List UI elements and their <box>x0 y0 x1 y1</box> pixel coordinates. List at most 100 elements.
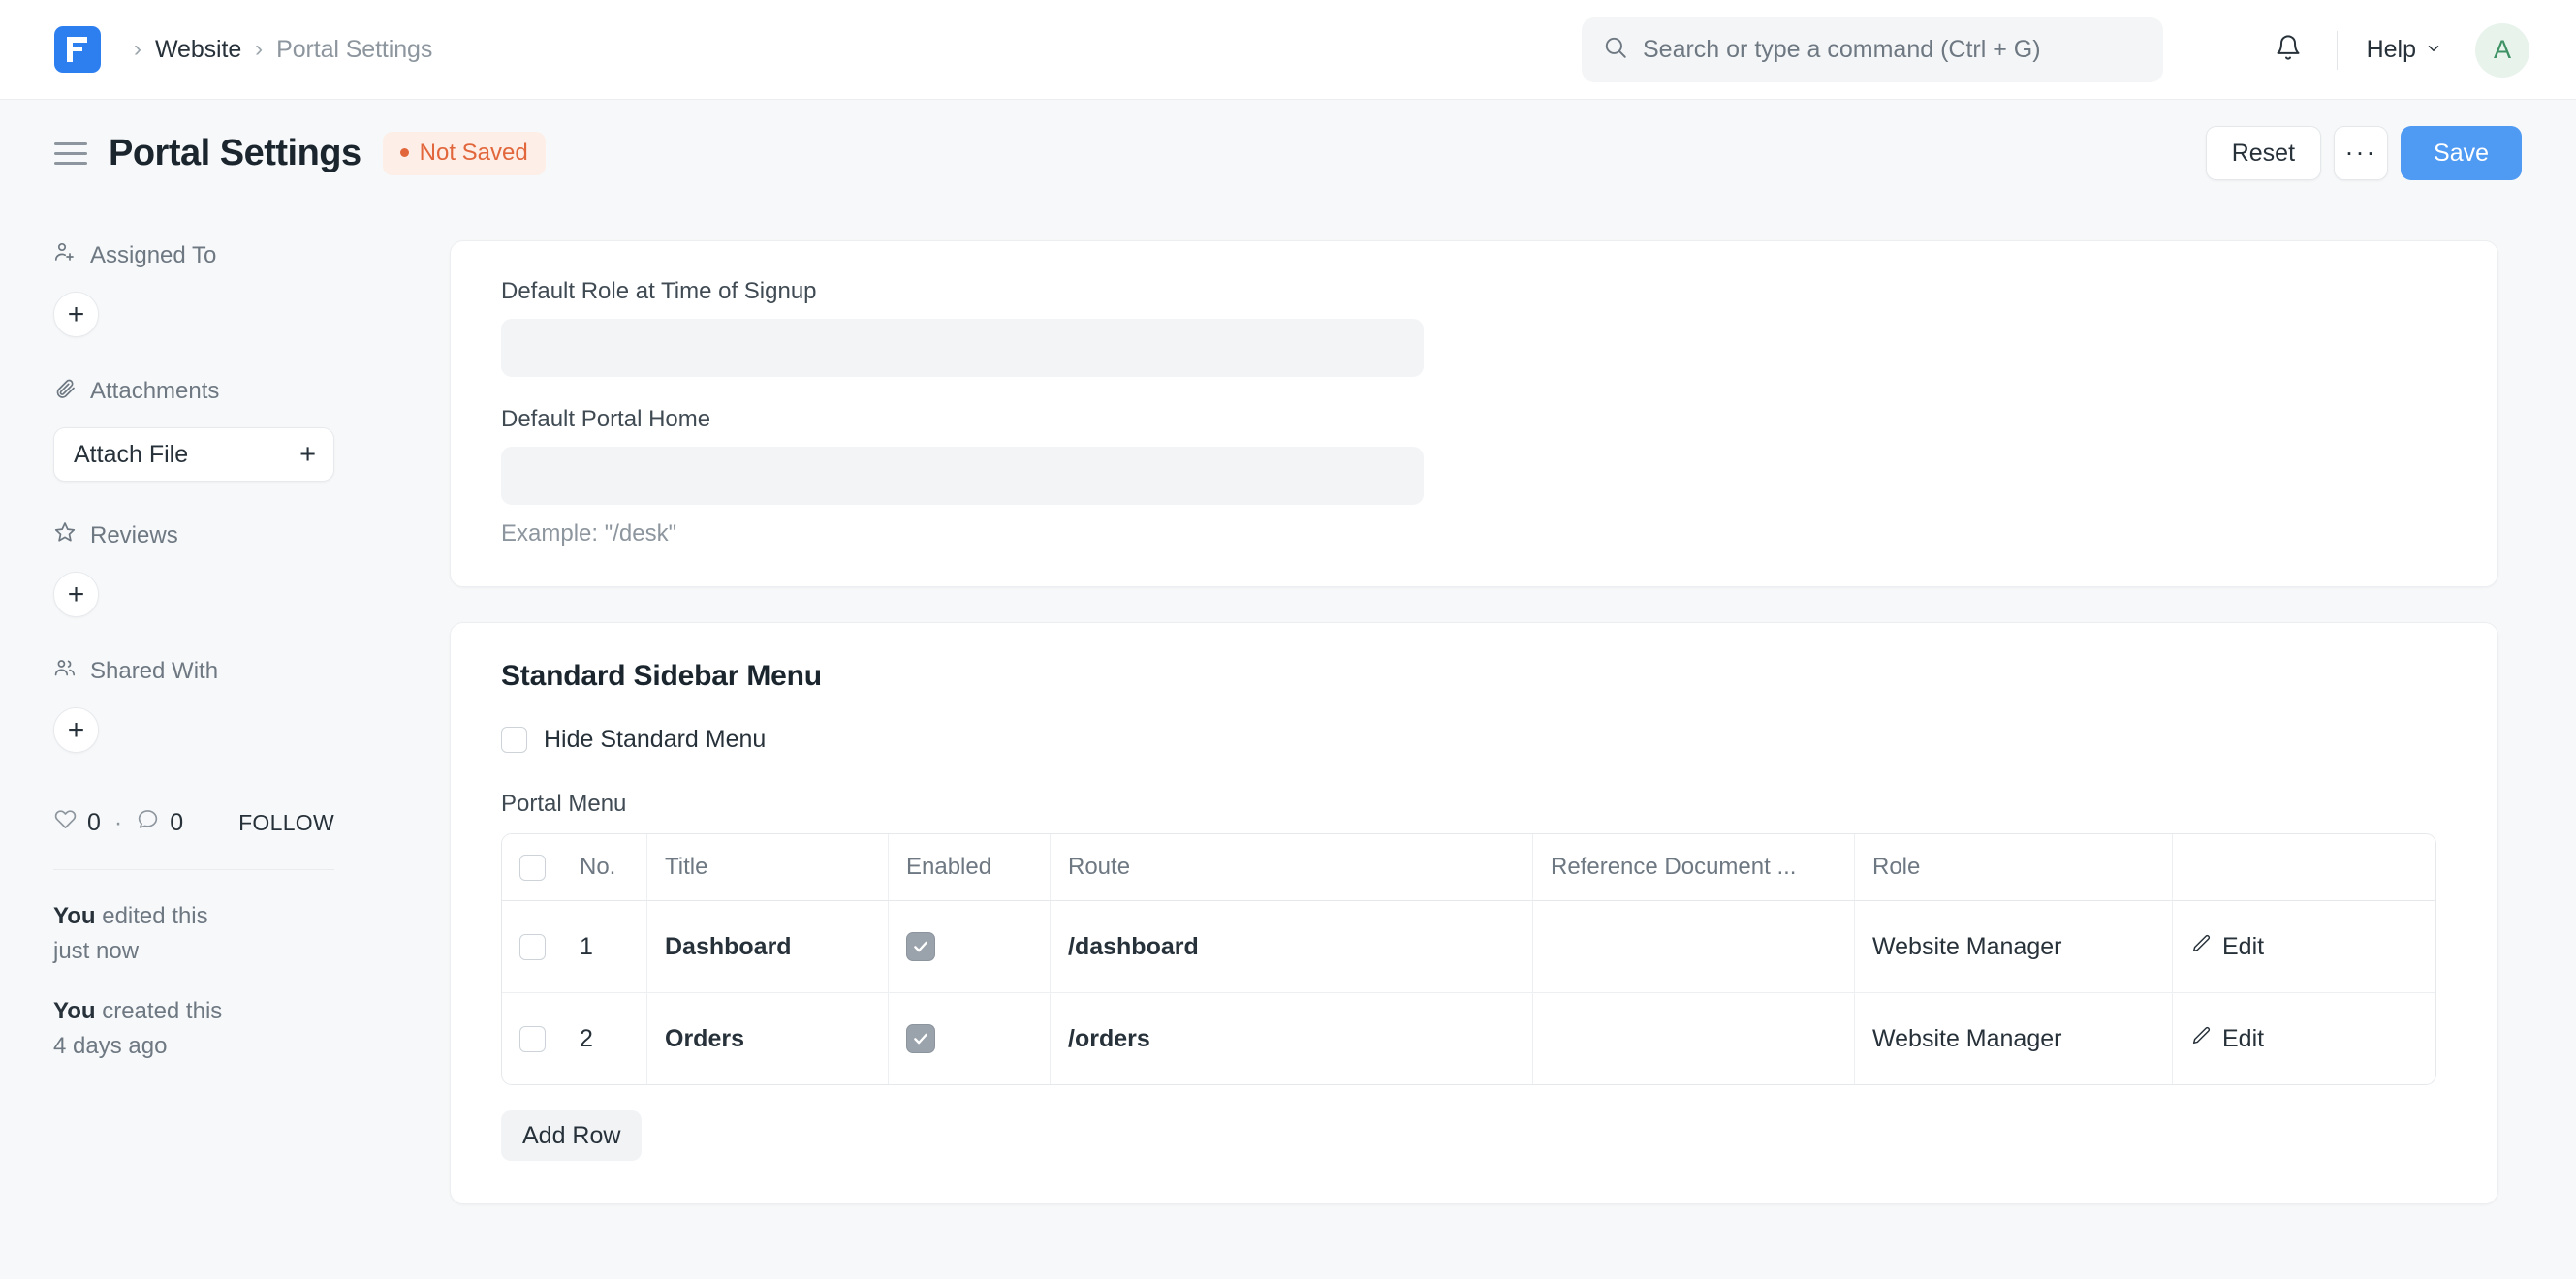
breadcrumb-item-website[interactable]: Website <box>155 36 241 64</box>
avatar-initial: A <box>2493 35 2511 64</box>
timeline-action: created this <box>95 998 223 1024</box>
like-control[interactable]: 0 <box>53 807 101 838</box>
document-sidebar: Assigned To + Attachments Attach File + <box>0 206 419 1279</box>
edit-row-button[interactable]: Edit <box>2190 933 2264 961</box>
standard-sidebar-menu-card: Standard Sidebar Menu Hide Standard Menu… <box>450 622 2498 1204</box>
chevron-down-icon <box>2425 36 2442 64</box>
status-badge: Not Saved <box>382 131 546 175</box>
default-role-input[interactable] <box>501 319 1424 377</box>
page-header: Portal Settings Not Saved Reset ··· Save <box>0 100 2576 206</box>
select-all-checkbox[interactable] <box>518 854 546 881</box>
help-label: Help <box>2366 36 2416 63</box>
add-assignment-button[interactable]: + <box>53 292 99 337</box>
plus-icon: + <box>299 438 316 470</box>
attachments-header: Attachments <box>53 376 419 406</box>
comment-icon <box>136 807 160 838</box>
sidebar-section-shared-with: Shared With + <box>53 656 419 753</box>
reviews-header: Reviews <box>53 520 419 550</box>
page-body: Assigned To + Attachments Attach File + <box>0 206 2576 1279</box>
add-review-button[interactable]: + <box>53 572 99 617</box>
global-search[interactable] <box>1582 17 2163 82</box>
add-row-button[interactable]: Add Row <box>501 1110 643 1161</box>
cell-role[interactable]: Website Manager <box>1855 901 2173 992</box>
table-row[interactable]: 1 Dashboard /dashboard Website Manager E… <box>502 901 2435 993</box>
reviews-label: Reviews <box>90 521 178 548</box>
cell-enabled[interactable] <box>889 993 1051 1084</box>
column-header-no: No. <box>562 834 647 900</box>
cell-role[interactable]: Website Manager <box>1855 993 2173 1084</box>
hide-standard-menu-row[interactable]: Hide Standard Menu <box>501 726 2447 754</box>
timeline-item: You created this 4 days ago <box>53 994 419 1064</box>
column-header-actions <box>2173 834 2435 900</box>
bell-icon <box>2275 34 2302 66</box>
hamburger-icon[interactable] <box>54 141 87 165</box>
pencil-icon <box>2190 1025 2212 1053</box>
page-title: Portal Settings <box>109 132 361 173</box>
default-portal-home-input[interactable] <box>501 447 1424 505</box>
search-icon <box>1603 35 1628 65</box>
cell-title[interactable]: Dashboard <box>647 901 889 992</box>
enabled-checkbox-checked[interactable] <box>906 1024 935 1053</box>
table-body: 1 Dashboard /dashboard Website Manager E… <box>502 901 2435 1084</box>
default-role-label: Default Role at Time of Signup <box>501 278 817 304</box>
enabled-checkbox-checked[interactable] <box>906 932 935 961</box>
attach-file-label: Attach File <box>74 440 189 468</box>
avatar[interactable]: A <box>2475 22 2529 78</box>
navbar-divider <box>2336 30 2338 70</box>
timeline-item: You edited this just now <box>53 899 419 969</box>
assigned-to-header: Assigned To <box>53 240 419 270</box>
like-count: 0 <box>87 808 101 836</box>
portal-menu-label: Portal Menu <box>501 791 627 817</box>
navbar-right-actions: Help A <box>2261 0 2529 100</box>
follow-button[interactable]: FOLLOW <box>238 810 334 836</box>
assigned-to-label: Assigned To <box>90 241 217 268</box>
row-select-checkbox[interactable] <box>518 1025 546 1052</box>
timeline-action: edited this <box>95 903 208 929</box>
status-badge-label: Not Saved <box>419 139 528 166</box>
comment-control[interactable]: 0 <box>136 807 183 838</box>
column-header-reference-document: Reference Document ... <box>1533 834 1855 900</box>
column-header-enabled: Enabled <box>889 834 1051 900</box>
add-share-button[interactable]: + <box>53 707 99 753</box>
cell-actions[interactable]: Edit <box>2173 993 2435 1084</box>
edit-row-button[interactable]: Edit <box>2190 1025 2264 1053</box>
hide-standard-menu-checkbox[interactable] <box>501 727 527 753</box>
timeline-time: 4 days ago <box>53 1033 168 1059</box>
cell-title[interactable]: Orders <box>647 993 889 1084</box>
row-select-cell[interactable] <box>502 993 562 1084</box>
search-input[interactable] <box>1643 36 2142 64</box>
cell-actions[interactable]: Edit <box>2173 901 2435 992</box>
row-select-cell[interactable] <box>502 901 562 992</box>
save-button[interactable]: Save <box>2401 126 2522 180</box>
default-portal-home-label: Default Portal Home <box>501 406 711 432</box>
app-logo[interactable] <box>54 26 101 73</box>
help-menu[interactable]: Help <box>2359 36 2450 64</box>
cell-route[interactable]: /orders <box>1051 993 1533 1084</box>
column-header-route: Route <box>1051 834 1533 900</box>
row-select-checkbox[interactable] <box>518 933 546 960</box>
default-portal-home-hint: Example: "/desk" <box>501 520 677 546</box>
table-row[interactable]: 2 Orders /orders Website Manager Edit <box>502 993 2435 1084</box>
select-all-cell[interactable] <box>502 834 562 900</box>
table-header-row: No. Title Enabled Route Reference Docume… <box>502 834 2435 901</box>
sidebar-section-assigned-to: Assigned To + <box>53 240 419 337</box>
cell-route[interactable]: /dashboard <box>1051 901 1533 992</box>
cell-reference-document[interactable] <box>1533 993 1855 1084</box>
social-separator: · <box>113 808 123 836</box>
breadcrumb-separator-2: › <box>255 36 264 62</box>
cell-no: 2 <box>562 993 647 1084</box>
notifications-button[interactable] <box>2261 23 2315 78</box>
edit-label: Edit <box>2222 932 2265 960</box>
cell-enabled[interactable] <box>889 901 1051 992</box>
cell-reference-document[interactable] <box>1533 901 1855 992</box>
status-dot-icon <box>399 148 409 157</box>
breadcrumb-item-portal-settings[interactable]: Portal Settings <box>276 36 432 64</box>
reset-button[interactable]: Reset <box>2205 126 2322 180</box>
frappe-f-logo-icon <box>67 37 88 62</box>
star-icon <box>53 520 77 550</box>
attach-file-button[interactable]: Attach File + <box>53 427 334 482</box>
more-actions-button[interactable]: ··· <box>2334 126 2389 180</box>
section-title: Standard Sidebar Menu <box>501 660 822 692</box>
